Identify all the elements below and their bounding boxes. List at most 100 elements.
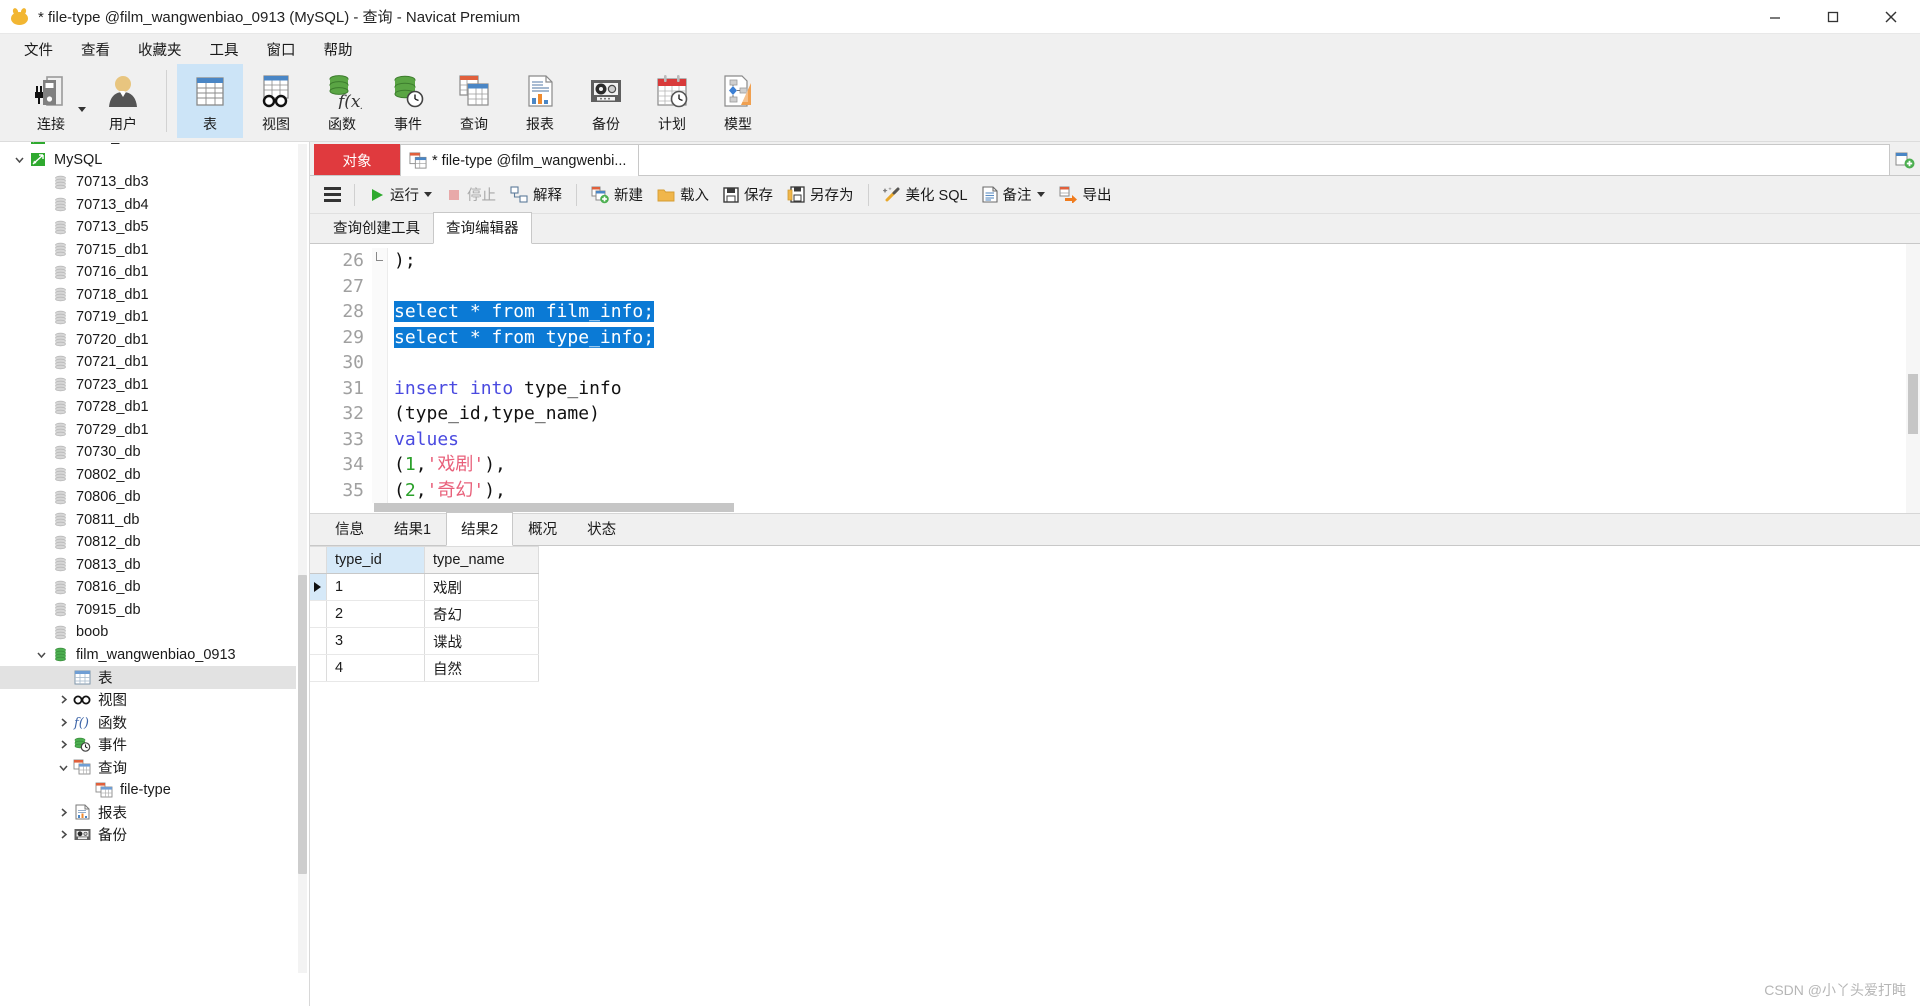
cell-type-name[interactable]: 戏剧 — [424, 573, 539, 601]
tree-item-70713-db4[interactable]: 70713_db4 — [0, 194, 296, 217]
new-tab-plus-icon[interactable] — [1890, 144, 1920, 176]
sidebar-scrollbar-thumb[interactable] — [298, 575, 307, 874]
chevron-down-icon[interactable] — [78, 107, 86, 112]
close-icon[interactable] — [1862, 0, 1920, 34]
row-indicator[interactable] — [310, 654, 327, 682]
tree-item-70915-db[interactable]: 70915_db — [0, 599, 296, 622]
table-row[interactable]: 2 奇幻 — [310, 600, 539, 628]
code-line[interactable]: select * from film_info; — [394, 299, 1920, 325]
tree-item-file-type[interactable]: file-type — [0, 779, 296, 802]
column-header-type-name[interactable]: type_name — [424, 546, 539, 574]
result-tab-status[interactable]: 状态 — [572, 512, 631, 546]
tree-item--[interactable]: 视图 — [0, 689, 296, 712]
chevron-down-icon[interactable] — [424, 192, 432, 197]
tree-item--[interactable]: 表 — [0, 666, 296, 689]
tree-item-70811-db[interactable]: 70811_db — [0, 509, 296, 532]
tree-item--[interactable]: 备份 — [0, 824, 296, 847]
menu-favorites[interactable]: 收藏夹 — [124, 35, 196, 64]
chevron-right-icon[interactable] — [54, 717, 72, 728]
note-button[interactable]: 备注 — [975, 181, 1052, 208]
chevron-down-icon[interactable] — [10, 154, 28, 165]
chevron-right-icon[interactable] — [54, 807, 72, 818]
tree-item-70720-db1[interactable]: 70720_db1 — [0, 329, 296, 352]
sidebar-scrollbar[interactable] — [298, 144, 307, 974]
code-line[interactable]: values — [394, 427, 1920, 453]
tree-item-70728-db1[interactable]: 70728_db1 — [0, 396, 296, 419]
tree-item-70716-db1[interactable]: 70716_db1 — [0, 261, 296, 284]
explain-button[interactable]: 解释 — [503, 181, 569, 208]
tab-query-editor[interactable]: 查询编辑器 — [433, 212, 532, 244]
chevron-right-icon[interactable] — [54, 829, 72, 840]
menu-help[interactable]: 帮助 — [310, 35, 367, 64]
tree-item-boob[interactable]: boob — [0, 621, 296, 644]
result-tab-info[interactable]: 信息 — [320, 512, 379, 546]
toolbar-function[interactable]: f(x) 函数 — [309, 64, 375, 138]
tree-item--[interactable]: 查询 — [0, 756, 296, 779]
toolbar-backup[interactable]: 备份 — [573, 64, 639, 138]
minimize-icon[interactable] — [1746, 0, 1804, 34]
toolbar-view[interactable]: 视图 — [243, 64, 309, 138]
row-indicator[interactable] — [310, 600, 327, 628]
result-tab-result1[interactable]: 结果1 — [379, 512, 446, 546]
menu-view[interactable]: 查看 — [67, 35, 124, 64]
cell-type-id[interactable]: 4 — [326, 654, 425, 682]
code-line[interactable]: (2,'奇幻'), — [394, 478, 1920, 504]
toolbar-report[interactable]: 报表 — [507, 64, 573, 138]
sql-code-area[interactable]: ); select * from film_info; select * from… — [388, 248, 1920, 503]
toolbar-user[interactable]: 用户 — [90, 64, 156, 138]
code-line[interactable]: insert into type_info — [394, 376, 1920, 402]
tree-item-70721-db1[interactable]: 70721_db1 — [0, 351, 296, 374]
code-line[interactable]: (type_id,type_name) — [394, 401, 1920, 427]
code-line[interactable]: select * from type_info; — [394, 325, 1920, 351]
tree-item-70730-db[interactable]: 70730_db — [0, 441, 296, 464]
export-button[interactable]: 导出 — [1052, 181, 1119, 208]
run-button[interactable]: 运行 — [362, 181, 439, 208]
stop-button[interactable]: 停止 — [439, 181, 503, 208]
tree-item-70802-db[interactable]: 70802_db — [0, 464, 296, 487]
toolbar-query[interactable]: 查询 — [441, 64, 507, 138]
code-line[interactable]: (1,'戏剧'), — [394, 452, 1920, 478]
table-row[interactable]: 4 自然 — [310, 654, 539, 682]
tree-item-70813-db[interactable]: 70813_db — [0, 554, 296, 577]
chevron-down-icon[interactable] — [32, 649, 50, 660]
cell-type-id[interactable]: 1 — [326, 573, 425, 601]
editor-hscrollbar-thumb[interactable] — [374, 503, 734, 512]
menu-tools[interactable]: 工具 — [196, 35, 253, 64]
tree-item-mysql[interactable]: MySQL — [0, 149, 296, 172]
menu-window[interactable]: 窗口 — [253, 35, 310, 64]
table-row[interactable]: 1 戏剧 — [310, 573, 539, 601]
toolbar-connection[interactable]: 连接 — [12, 64, 90, 138]
column-header-type-id[interactable]: type_id — [326, 546, 425, 574]
menu-file[interactable]: 文件 — [10, 35, 67, 64]
fold-column[interactable] — [372, 248, 388, 503]
save-button[interactable]: 保存 — [716, 181, 780, 208]
tab-object[interactable]: 对象 — [314, 144, 400, 176]
toolbar-schedule[interactable]: 计划 — [639, 64, 705, 138]
tree-item-70806-db[interactable]: 70806_db — [0, 486, 296, 509]
editor-scrollbar-thumb[interactable] — [1908, 374, 1918, 434]
tree-item-70719-db1[interactable]: 70719_db1 — [0, 306, 296, 329]
chevron-down-icon[interactable] — [1036, 192, 1045, 197]
hamburger-menu-icon[interactable] — [318, 187, 347, 202]
cell-type-id[interactable]: 2 — [326, 600, 425, 628]
sql-editor[interactable]: 26 27 28 29 30 31 32 33 34 35 ); select * from fi… — [310, 244, 1920, 514]
load-button[interactable]: 载入 — [650, 181, 716, 208]
toolbar-model[interactable]: 模型 — [705, 64, 771, 138]
result-grid-area[interactable]: type_id type_name 1 戏剧 2 奇幻 3 谍战 4 自然 — [310, 546, 1920, 1006]
chevron-right-icon[interactable] — [54, 694, 72, 705]
code-line[interactable] — [394, 274, 1920, 300]
tab-file-type[interactable]: * file-type @film_wangwenbi... — [400, 144, 640, 176]
cell-type-name[interactable]: 自然 — [424, 654, 539, 682]
tree-item-70718-db1[interactable]: 70718_db1 — [0, 284, 296, 307]
row-indicator[interactable] — [310, 573, 327, 601]
beautify-sql-button[interactable]: 美化 SQL — [876, 181, 975, 208]
toolbar-table[interactable]: 表 — [177, 64, 243, 138]
result-tab-result2[interactable]: 结果2 — [446, 512, 514, 546]
row-indicator[interactable] — [310, 627, 327, 655]
sql-editor-content[interactable]: 26 27 28 29 30 31 32 33 34 35 ); select * from fi… — [310, 244, 1920, 503]
new-button[interactable]: 新建 — [584, 181, 650, 208]
toolbar-event[interactable]: 事件 — [375, 64, 441, 138]
save-as-button[interactable]: 另存为 — [780, 181, 861, 208]
chevron-right-icon[interactable] — [54, 739, 72, 750]
tree-item-70729-db1[interactable]: 70729_db1 — [0, 419, 296, 442]
